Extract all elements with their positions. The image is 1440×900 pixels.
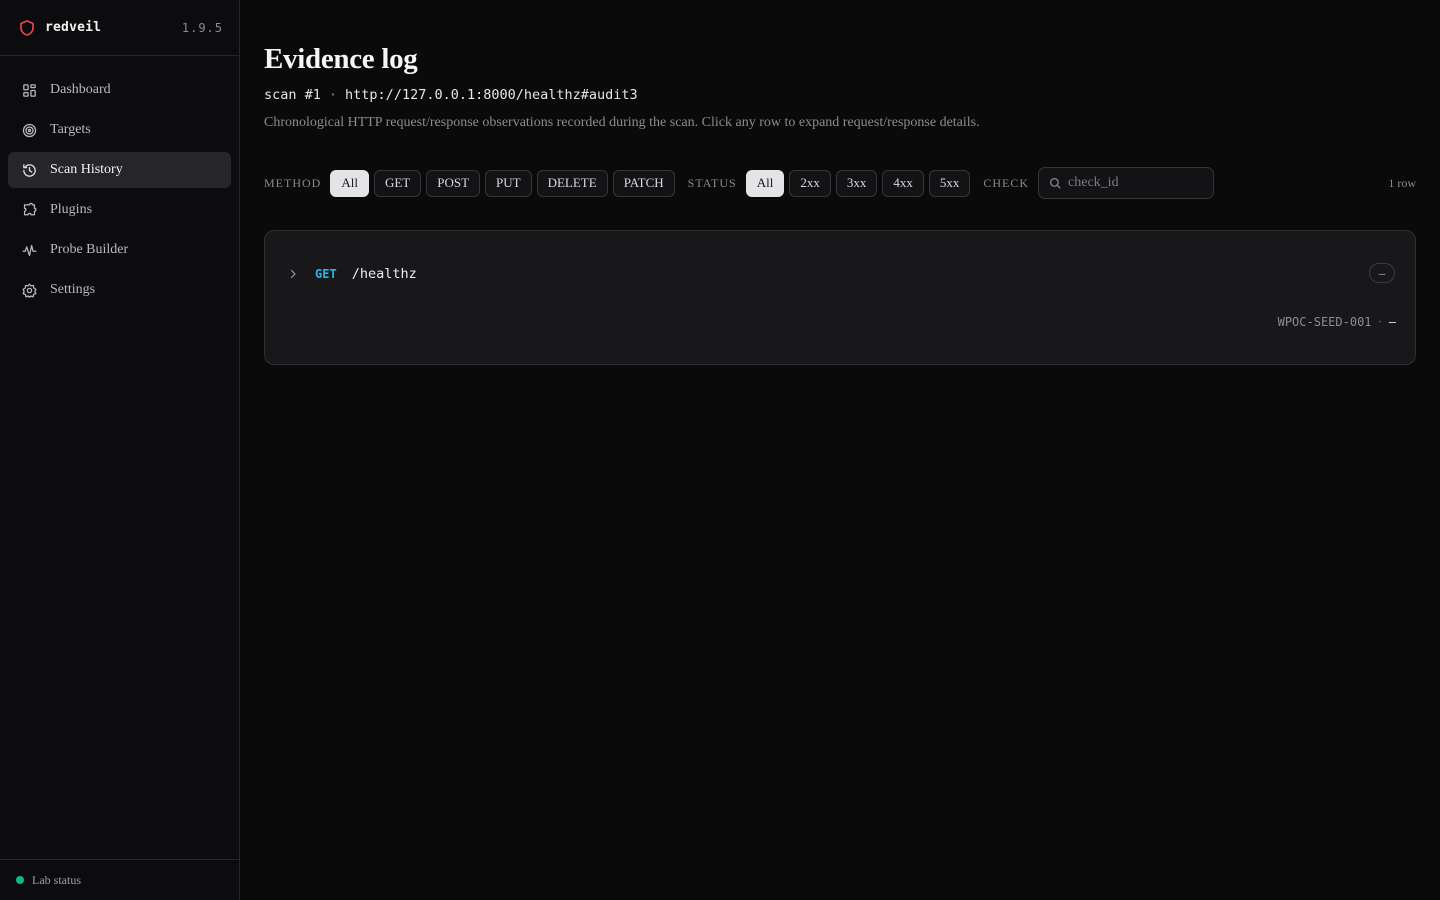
sidebar-item-plugins[interactable]: Plugins <box>8 192 231 228</box>
method-filter-label: METHOD <box>264 175 322 190</box>
grid-icon <box>20 81 38 99</box>
evidence-row[interactable]: GET /healthz – WPOC-SEED-001 · – <box>264 230 1416 365</box>
check-id: WPOC-SEED-001 <box>1277 315 1372 329</box>
status-badge: – <box>1369 263 1395 283</box>
sidebar-item-targets[interactable]: Targets <box>8 112 231 148</box>
sidebar-item-scan-history[interactable]: Scan History <box>8 152 231 188</box>
check-filter-label: CHECK <box>983 175 1030 190</box>
status-dot-icon <box>16 876 24 884</box>
meta-separator: · <box>1376 315 1384 329</box>
sidebar-item-probe-builder[interactable]: Probe Builder <box>8 232 231 268</box>
search-icon <box>1050 177 1061 189</box>
method-filter-post[interactable]: POST <box>426 169 481 197</box>
request-method: GET <box>315 267 337 281</box>
check-id-input[interactable] <box>1068 175 1209 191</box>
waveform-icon <box>20 241 38 259</box>
sidebar-item-label: Plugins <box>50 202 93 217</box>
sidebar-item-label: Settings <box>50 282 96 297</box>
status-filter-all[interactable]: All <box>745 169 785 197</box>
meta-value: – <box>1388 315 1396 329</box>
method-filter-all[interactable]: All <box>330 169 369 197</box>
target-icon <box>20 121 38 139</box>
main-content: Evidence log scan #1 · http://127.0.0.1:80… <box>264 0 1416 365</box>
page-subtitle: Chronological HTTP request/response obse… <box>264 115 980 130</box>
row-count: 1 row <box>1388 175 1416 190</box>
lab-status[interactable]: Lab status <box>0 859 239 900</box>
scan-url: http://127.0.0.1:8000/healthz#audit3 <box>345 87 638 103</box>
shield-logo-icon <box>18 19 36 37</box>
page-title: Evidence log <box>264 43 418 75</box>
sidebar-item-label: Dashboard <box>50 82 111 97</box>
scan-id: scan #1 <box>264 87 321 103</box>
sidebar: redveil 1.9.5 Dashboard Targets Scan His… <box>0 0 240 900</box>
lab-status-label: Lab status <box>32 872 81 887</box>
puzzle-icon <box>20 201 38 219</box>
request-path: /healthz <box>351 266 417 282</box>
check-search-box[interactable] <box>1038 167 1215 199</box>
filter-bar: METHOD All GET POST PUT DELETE PATCH STA… <box>264 167 1416 199</box>
brand-name[interactable]: redveil <box>45 20 101 35</box>
sidebar-item-label: Targets <box>50 122 91 137</box>
evidence-row-header[interactable]: GET /healthz – <box>265 261 1415 287</box>
evidence-row-meta: WPOC-SEED-001 · – <box>1278 315 1396 329</box>
brand-header: redveil 1.9.5 <box>0 0 239 56</box>
history-icon <box>20 161 38 179</box>
gear-icon <box>20 281 38 299</box>
app-version: 1.9.5 <box>181 20 223 35</box>
sidebar-item-label: Scan History <box>50 162 123 177</box>
sidebar-item-settings[interactable]: Settings <box>8 272 231 308</box>
method-filter-get[interactable]: GET <box>373 169 422 197</box>
scan-info: scan #1 · http://127.0.0.1:8000/healthz#au… <box>264 86 1416 104</box>
sidebar-nav: Dashboard Targets Scan History Plugins P… <box>0 56 239 308</box>
status-filter-2xx[interactable]: 2xx <box>789 169 831 197</box>
sidebar-item-dashboard[interactable]: Dashboard <box>8 72 231 108</box>
method-filter-patch[interactable]: PATCH <box>612 169 675 197</box>
status-filter-4xx[interactable]: 4xx <box>882 169 924 197</box>
chevron-right-icon[interactable] <box>287 268 299 280</box>
status-filter-label: STATUS <box>687 175 737 190</box>
scan-separator: · <box>328 87 338 103</box>
sidebar-item-label: Probe Builder <box>50 242 129 257</box>
status-filter-5xx[interactable]: 5xx <box>928 169 971 197</box>
status-filter-3xx[interactable]: 3xx <box>835 169 878 197</box>
method-filter-put[interactable]: PUT <box>485 169 532 197</box>
method-filter-delete[interactable]: DELETE <box>536 169 608 197</box>
